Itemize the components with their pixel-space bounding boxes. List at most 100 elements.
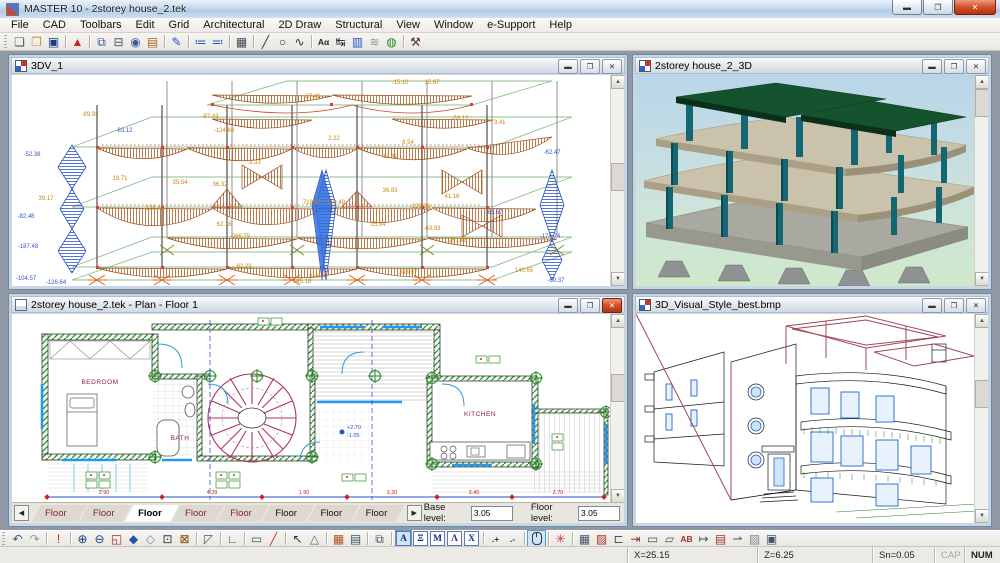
scroll-thumb[interactable] (975, 89, 988, 117)
restore-button[interactable]: ❐ (923, 0, 953, 15)
copy-icon[interactable]: ⧉ (93, 34, 110, 50)
menu-2d-draw[interactable]: 2D Draw (271, 19, 328, 31)
child-restore-button[interactable]: ❐ (944, 298, 964, 313)
line-draw-icon[interactable]: ╱ (265, 531, 282, 547)
dimension-icon[interactable]: ↹ (332, 34, 349, 50)
child-restore-button[interactable]: ❐ (944, 59, 964, 74)
window-visual-titlebar[interactable]: 3D_Visual_Style_best.bmp ▬ ❐ ✕ (635, 296, 989, 313)
tab-floor-3[interactable]: Floor 3 (217, 505, 269, 522)
wireframe-canvas[interactable]: ▲ ▼ (636, 314, 988, 523)
zoom-scale-icon[interactable]: ◇ (142, 531, 159, 547)
child-minimize-button[interactable]: ▬ (558, 59, 578, 74)
scroll-down-icon[interactable]: ▼ (611, 272, 624, 286)
menu-file[interactable]: File (4, 19, 36, 31)
trim-icon[interactable]: ⇀ (729, 531, 746, 547)
ble-blocks-icon[interactable]: ▥ (349, 34, 366, 50)
rectangle-icon[interactable]: ▭ (248, 531, 265, 547)
menu-view[interactable]: View (389, 19, 427, 31)
menu-help[interactable]: Help (542, 19, 579, 31)
tab-floor-5[interactable]: Floor 5 (307, 505, 359, 522)
child-close-button[interactable]: ✕ (966, 298, 986, 313)
scroll-up-icon[interactable]: ▲ (975, 314, 988, 328)
scroll-thumb[interactable] (611, 163, 624, 191)
circle-icon[interactable]: ○ (274, 34, 291, 50)
tab-floor-6[interactable]: Floor 6 (353, 505, 405, 522)
menu-architectural[interactable]: Architectural (196, 19, 271, 31)
mouse-settings-icon[interactable] (528, 531, 545, 547)
menu-toolbars[interactable]: Toolbars (73, 19, 129, 31)
pattern-icon[interactable]: ▨ (746, 531, 763, 547)
zoom-window-icon[interactable]: ◱ (108, 531, 125, 547)
save-icon[interactable]: ▣ (45, 34, 62, 50)
vertical-scrollbar[interactable]: ▲ ▼ (974, 314, 988, 523)
snap-corner-icon[interactable]: ◸ (200, 531, 217, 547)
new-file-icon[interactable]: ❏ (11, 34, 28, 50)
sketch-pen-icon[interactable]: ✎ (168, 34, 185, 50)
scroll-up-icon[interactable]: ▲ (975, 75, 988, 89)
floor-plan-canvas[interactable]: 2.90 4.28 1.90 3.20 3.45 2.70 +2.70 -1.0… (12, 314, 624, 503)
base-level-input[interactable] (471, 506, 513, 521)
scroll-up-icon[interactable]: ▲ (611, 314, 624, 328)
measure-angle-icon[interactable]: △ (306, 531, 323, 547)
ab-label-icon[interactable]: AB (678, 531, 695, 547)
child-minimize-button[interactable]: ▬ (922, 298, 942, 313)
scroll-thumb[interactable] (975, 380, 988, 408)
decimal-plus-icon[interactable]: .+ (487, 531, 504, 547)
app-titlebar[interactable]: MASTER 10 - 2storey house_2.tek ▬ ❐ ✕ (0, 0, 1000, 19)
tab-floor-1[interactable]: Floor 1 (125, 505, 179, 522)
entity-list-icon[interactable]: ≔ (192, 34, 209, 50)
profile-icon[interactable]: ⊏ (610, 531, 627, 547)
arc-icon[interactable]: ∿ (291, 34, 308, 50)
menu-window[interactable]: Window (427, 19, 480, 31)
floor-level-input[interactable] (578, 506, 620, 521)
vertical-scrollbar[interactable]: ▲ ▼ (610, 314, 624, 503)
child-minimize-button[interactable]: ▬ (922, 59, 942, 74)
tab-floor--1[interactable]: Floor -1 (32, 505, 87, 522)
cad-transfer-icon[interactable]: ▲ (69, 34, 86, 50)
render-3d-canvas[interactable]: ▲ ▼ (636, 75, 988, 286)
align-icon[interactable]: ⇥ (627, 531, 644, 547)
beam-section-icon[interactable]: ▭ (644, 531, 661, 547)
error-check-icon[interactable]: ! (50, 531, 67, 547)
slab-icon[interactable]: ▱ (661, 531, 678, 547)
snap-star-icon[interactable]: ✳ (552, 531, 569, 547)
window-plan-titlebar[interactable]: 2storey house_2.tek - Plan - Floor 1 ▬ ❐… (11, 296, 625, 313)
child-close-button[interactable]: ✕ (602, 59, 622, 74)
decimal-minus-icon[interactable]: .- (504, 531, 521, 547)
table-edit-icon[interactable]: ▦ (330, 531, 347, 547)
child-restore-button[interactable]: ❐ (580, 59, 600, 74)
tab-floor-4[interactable]: Floor 4 (262, 505, 314, 522)
frame-icon[interactable]: ▣ (763, 531, 780, 547)
zoom-out-icon[interactable]: ⊖ (91, 531, 108, 547)
print-icon[interactable]: ⊟ (110, 34, 127, 50)
section-icon[interactable]: ▤ (712, 531, 729, 547)
layer-x-button[interactable]: X (464, 531, 479, 546)
layers-export-icon[interactable]: ▤ (144, 34, 161, 50)
scroll-down-icon[interactable]: ▼ (975, 509, 988, 523)
select-icon[interactable]: ↖ (289, 531, 306, 547)
layer-list-icon[interactable]: ≕ (209, 34, 226, 50)
vertical-scrollbar[interactable]: ▲ ▼ (974, 75, 988, 286)
scroll-thumb[interactable] (611, 374, 624, 402)
menu-structural[interactable]: Structural (328, 19, 389, 31)
zoom-in-icon[interactable]: ⊕ (74, 531, 91, 547)
structural-diagram-canvas[interactable]: -15.1015.67-27.41-53.1273.41-89.93-83.12… (12, 75, 624, 286)
tab-floor-2[interactable]: Floor 2 (172, 505, 224, 522)
menu-cad[interactable]: CAD (36, 19, 73, 31)
settings-tools-icon[interactable]: ⚒ (407, 34, 424, 50)
redo-icon[interactable]: ↷ (26, 531, 43, 547)
scroll-down-icon[interactable]: ▼ (611, 489, 624, 503)
layer-a-button[interactable]: A (396, 531, 411, 546)
grid-icon[interactable]: ▦ (233, 34, 250, 50)
menu-grid[interactable]: Grid (162, 19, 197, 31)
hatch-region-icon[interactable]: ▨ (593, 531, 610, 547)
hatch-icon[interactable]: ≋ (366, 34, 383, 50)
open-file-icon[interactable]: ❐ (28, 34, 45, 50)
grid-snap-icon[interactable]: ▦ (576, 531, 593, 547)
zoom-dynamic-icon[interactable]: ◆ (125, 531, 142, 547)
extend-icon[interactable]: ↦ (695, 531, 712, 547)
ortho-icon[interactable]: ∟ (224, 531, 241, 547)
layer-lambda-button[interactable]: Λ (447, 531, 462, 546)
close-button[interactable]: ✕ (954, 0, 996, 15)
undo-icon[interactable]: ↶ (9, 531, 26, 547)
